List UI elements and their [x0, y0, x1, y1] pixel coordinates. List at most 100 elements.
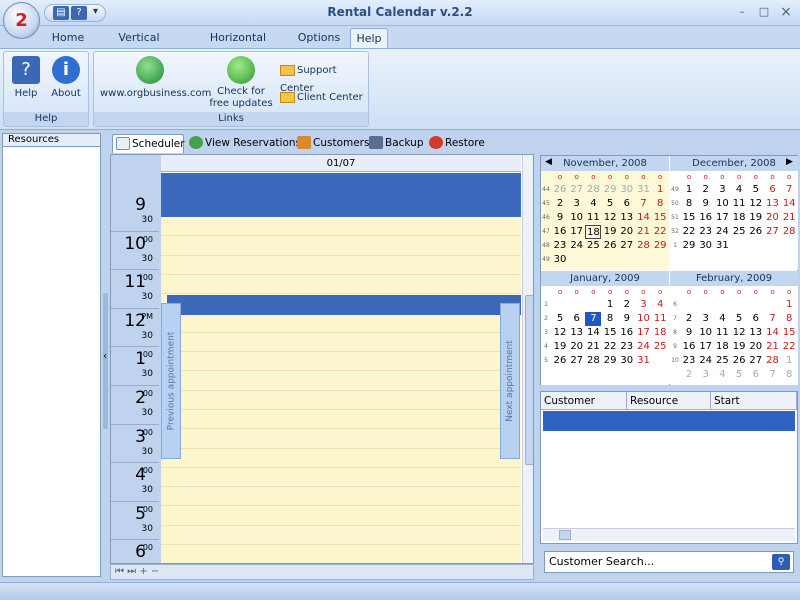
calendar-day[interactable]: 18 — [585, 225, 602, 239]
calendar-day[interactable]: 3 — [569, 197, 585, 211]
calendar-day[interactable]: 14 — [585, 326, 601, 340]
close-button[interactable]: × — [776, 4, 796, 20]
calendar-day[interactable]: 2 — [681, 312, 697, 326]
calendar-day[interactable]: 25 — [652, 340, 668, 354]
column-start[interactable]: Start — [711, 392, 797, 410]
calendar-day[interactable]: 27 — [619, 239, 635, 253]
tab-view-reservations[interactable]: View Reservations — [186, 134, 301, 153]
previous-appointment-button[interactable]: Previous appointment — [161, 303, 181, 459]
calendar-day[interactable]: 26 — [552, 354, 568, 368]
calendar-day[interactable]: 30 — [698, 239, 714, 253]
calendar-day[interactable]: 2 — [681, 368, 697, 382]
calendar-day[interactable]: 24 — [714, 225, 730, 239]
calendar-day[interactable]: 10 — [569, 211, 585, 225]
calendar-day[interactable]: 19 — [748, 211, 764, 225]
calendar-day[interactable]: 16 — [552, 225, 568, 239]
time-slot[interactable] — [161, 468, 521, 488]
calendar-day[interactable]: 7 — [585, 312, 602, 326]
calendar-day[interactable]: 6 — [765, 183, 781, 197]
calendar-day[interactable]: 18 — [714, 340, 730, 354]
calendar-day[interactable]: 15 — [652, 211, 668, 225]
calendar-day[interactable]: 7 — [765, 312, 781, 326]
resource-navigator[interactable]: ⏮ ⏭ + − — [115, 566, 159, 577]
calendar-day[interactable]: 18 — [652, 326, 668, 340]
calendar-day[interactable]: 8 — [781, 368, 797, 382]
calendar-day[interactable]: 3 — [714, 183, 730, 197]
calendar-day[interactable]: 26 — [731, 354, 747, 368]
calendar-day[interactable]: 23 — [681, 354, 697, 368]
calendar-day[interactable]: 2 — [698, 183, 714, 197]
calendar-day[interactable]: 1 — [781, 298, 797, 312]
customer-search-box[interactable]: Customer Search... ⚲ — [544, 551, 794, 573]
calendar-day[interactable]: 27 — [748, 354, 764, 368]
tab-options[interactable]: Options — [294, 28, 344, 48]
panel-splitter[interactable]: ‹ — [103, 133, 109, 577]
tab-horizontal-timeline[interactable]: Horizontal Timeline — [190, 28, 286, 64]
calendar-day[interactable]: 31 — [636, 183, 652, 197]
calendar-day[interactable]: 17 — [636, 326, 652, 340]
calendar-day[interactable]: 25 — [714, 354, 730, 368]
support-center-button[interactable]: Support Center — [280, 62, 368, 94]
calendar-day[interactable]: 12 — [552, 326, 568, 340]
calendar-day[interactable]: 26 — [602, 239, 618, 253]
calendar-day[interactable]: 7 — [636, 197, 652, 211]
calendar-day[interactable]: 20 — [619, 225, 635, 239]
client-center-button[interactable]: Client Center — [280, 89, 363, 107]
calendar-day[interactable]: 12 — [748, 197, 764, 211]
calendar-day[interactable]: 20 — [748, 340, 764, 354]
collapse-arrow-icon[interactable]: ‹ — [103, 351, 107, 362]
calendar-day[interactable]: 30 — [552, 253, 568, 267]
time-slot[interactable] — [161, 256, 521, 275]
time-slot[interactable] — [161, 429, 521, 449]
calendar-day[interactable]: 17 — [569, 225, 585, 239]
calendar-day[interactable]: 21 — [781, 211, 797, 225]
calendar-day[interactable]: 19 — [731, 340, 747, 354]
scheduler-scrollbar[interactable] — [522, 155, 533, 563]
calendar-day[interactable]: 21 — [636, 225, 652, 239]
calendar-day[interactable]: 2 — [619, 298, 635, 312]
tab-vertical-timeline[interactable]: Vertical Timeline — [96, 28, 182, 64]
calendar-day[interactable]: 7 — [765, 368, 781, 382]
tab-scheduler[interactable]: Scheduler — [112, 134, 185, 153]
tab-help[interactable]: Help — [350, 28, 388, 48]
calendar-day[interactable]: 8 — [652, 197, 668, 211]
prev-month-arrow-icon[interactable]: ◀ — [545, 157, 552, 167]
calendar-day[interactable]: 9 — [619, 312, 635, 326]
calendar-day[interactable]: 9 — [698, 197, 714, 211]
minimize-button[interactable]: – — [732, 4, 752, 20]
help-button[interactable]: ? Help — [8, 56, 44, 99]
customer-search-input[interactable]: Customer Search... — [549, 555, 654, 568]
calendar-day[interactable]: 27 — [569, 354, 585, 368]
calendar-day[interactable]: 6 — [748, 312, 764, 326]
calendar-day[interactable]: 11 — [731, 197, 747, 211]
calendar-day[interactable]: 4 — [714, 312, 730, 326]
calendar-day[interactable]: 22 — [781, 340, 797, 354]
maximize-button[interactable]: □ — [754, 4, 774, 20]
calendar-day[interactable]: 1 — [602, 298, 618, 312]
calendar-day[interactable]: 4 — [731, 183, 747, 197]
grid-scroll-thumb[interactable] — [559, 530, 571, 540]
calendar-day[interactable]: 26 — [748, 225, 764, 239]
calendar-day[interactable]: 28 — [636, 239, 652, 253]
next-month-arrow-icon[interactable]: ▶ — [786, 157, 793, 167]
calendar-day[interactable]: 2 — [552, 197, 568, 211]
calendar-day[interactable]: 22 — [602, 340, 618, 354]
calendar-day[interactable]: 27 — [765, 225, 781, 239]
calendar-day[interactable]: 13 — [765, 197, 781, 211]
calendar-day[interactable]: 1 — [781, 354, 797, 368]
time-slot[interactable] — [161, 410, 521, 430]
next-appointment-button[interactable]: Next appointment — [500, 303, 520, 459]
calendar-day[interactable]: 27 — [569, 183, 585, 197]
calendar-day[interactable]: 15 — [681, 211, 697, 225]
calendar-day[interactable]: 31 — [714, 239, 730, 253]
calendar-day[interactable]: 16 — [681, 340, 697, 354]
calendar-day[interactable]: 20 — [765, 211, 781, 225]
calendar-day[interactable]: 6 — [569, 312, 585, 326]
calendar-day[interactable]: 17 — [714, 211, 730, 225]
calendar-day[interactable]: 8 — [781, 312, 797, 326]
calendar-day[interactable]: 22 — [652, 225, 668, 239]
calendar-day[interactable]: 21 — [585, 340, 601, 354]
calendar-day[interactable]: 18 — [731, 211, 747, 225]
calendar-day[interactable]: 29 — [602, 183, 618, 197]
tab-home[interactable]: Home — [48, 28, 88, 48]
